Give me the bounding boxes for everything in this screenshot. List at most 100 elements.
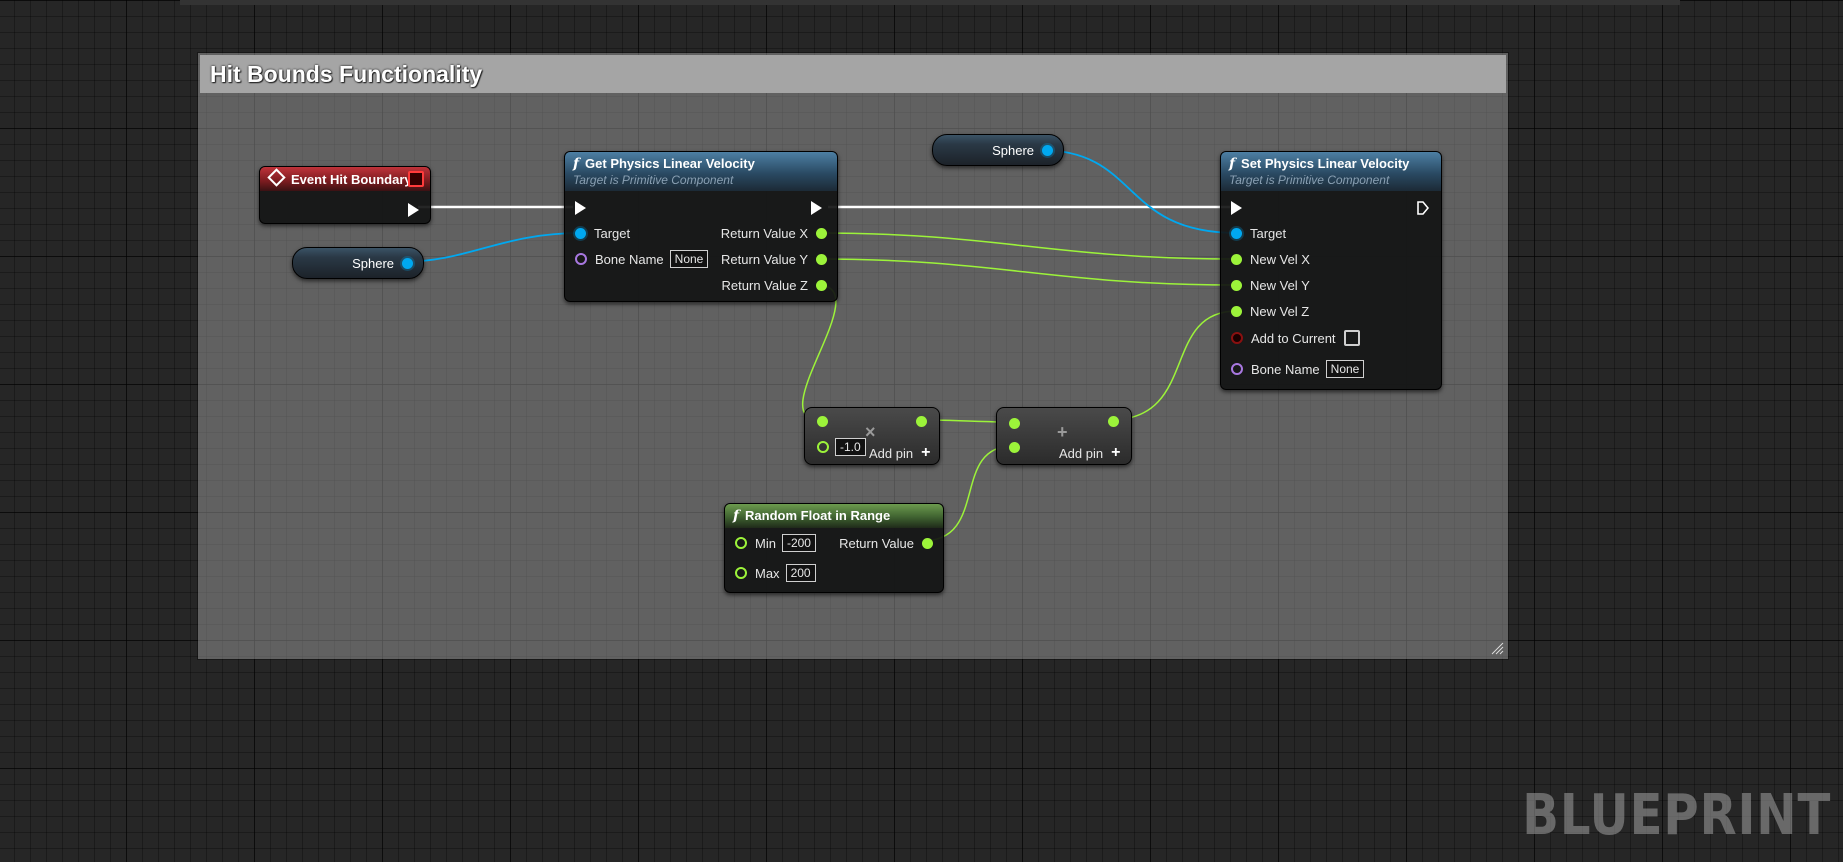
add-pin-label: Add pin <box>1059 445 1104 461</box>
add-to-current-row: Add to Current <box>1231 328 1360 348</box>
exec-out-pin[interactable] <box>1417 201 1429 215</box>
sphere-output-pin[interactable] <box>1042 144 1053 156</box>
random-float-in-range-node[interactable]: f Random Float in Range Min -200 Max 200 … <box>724 503 944 593</box>
max-input-row: Max 200 <box>735 563 816 583</box>
function-icon: f <box>573 156 580 172</box>
blueprint-watermark: BLUEPRINT <box>1522 783 1831 848</box>
return-x-pin[interactable] <box>816 227 827 239</box>
graph-top-edge <box>180 0 1680 5</box>
return-value-row: Return Value <box>839 533 933 553</box>
sphere-variable-label: Sphere <box>352 255 394 271</box>
return-value-label: Return Value <box>839 535 914 551</box>
exec-in-pin[interactable] <box>1231 201 1242 215</box>
comment-title[interactable]: Hit Bounds Functionality <box>200 55 1506 93</box>
add-node[interactable]: + Add pin + <box>996 407 1132 465</box>
random-float-title: Random Float in Range <box>745 508 891 523</box>
new-vel-y-pin[interactable] <box>1231 279 1242 291</box>
add-add-pin-button[interactable]: Add pin + <box>1059 444 1120 462</box>
new-vel-z-label: New Vel Z <box>1250 303 1310 319</box>
max-value-input[interactable]: 200 <box>785 564 816 582</box>
add-input-b-pin[interactable] <box>1009 442 1020 453</box>
new-vel-x-row: New Vel X <box>1231 249 1310 269</box>
add-to-current-label: Add to Current <box>1251 330 1336 346</box>
multiply-node[interactable]: -1.0 × Add pin + <box>804 407 940 465</box>
add-to-current-checkbox[interactable] <box>1343 330 1360 346</box>
target-pin[interactable] <box>1231 227 1242 239</box>
return-y-pin[interactable] <box>816 253 827 265</box>
new-vel-z-pin[interactable] <box>1231 305 1242 317</box>
exec-out-pin[interactable] <box>811 201 822 215</box>
bone-name-pin[interactable] <box>575 253 587 265</box>
max-label: Max <box>755 565 780 581</box>
return-z-label: Return Value Z <box>721 277 808 293</box>
multiply-input-a-pin[interactable] <box>817 416 828 427</box>
add-icon: + <box>1057 422 1068 442</box>
random-float-header: f Random Float in Range <box>725 504 943 528</box>
event-diamond-icon <box>267 168 286 187</box>
sphere-variable-label: Sphere <box>992 142 1034 158</box>
set-velocity-subtitle: Target is Primitive Component <box>1229 173 1390 187</box>
add-output-pin[interactable] <box>1108 416 1119 427</box>
get-velocity-subtitle: Target is Primitive Component <box>573 173 734 187</box>
multiply-value-input[interactable]: -1.0 <box>835 438 866 456</box>
add-pin-label: Add pin <box>869 445 914 461</box>
new-vel-x-label: New Vel X <box>1250 251 1310 267</box>
function-icon: f <box>1229 156 1236 172</box>
function-icon: f <box>733 508 740 524</box>
bone-name-input[interactable]: None <box>669 250 709 268</box>
multiply-output-pin[interactable] <box>916 416 927 427</box>
min-value-input[interactable]: -200 <box>781 534 816 552</box>
get-physics-linear-velocity-node[interactable]: f Get Physics Linear Velocity Target is P… <box>564 151 838 302</box>
return-x-label: Return Value X <box>720 225 808 241</box>
event-node-header: Event Hit Boundary <box>260 167 430 191</box>
plus-icon: + <box>1111 444 1121 461</box>
return-value-pin[interactable] <box>922 537 933 549</box>
set-physics-linear-velocity-node[interactable]: f Set Physics Linear Velocity Target is P… <box>1220 151 1442 390</box>
bone-name-input[interactable]: None <box>1325 360 1365 378</box>
event-hit-boundary-node[interactable]: Event Hit Boundary <box>259 166 431 224</box>
add-to-current-pin[interactable] <box>1231 332 1243 344</box>
exec-in-row <box>1231 198 1242 218</box>
exec-out-row <box>811 198 822 218</box>
return-z-row: Return Value Z <box>722 275 827 295</box>
target-input-row: Target <box>575 223 630 243</box>
sphere-variable-node-top[interactable]: Sphere <box>932 134 1064 166</box>
new-vel-y-row: New Vel Y <box>1231 275 1310 295</box>
event-delegate-icon[interactable] <box>408 171 424 187</box>
set-velocity-title: Set Physics Linear Velocity <box>1241 156 1410 171</box>
sphere-output-pin[interactable] <box>402 257 413 269</box>
get-velocity-header: f Get Physics Linear Velocity Target is P… <box>565 152 837 191</box>
return-z-pin[interactable] <box>816 279 827 291</box>
exec-in-row <box>575 198 586 218</box>
min-label: Min <box>755 535 776 551</box>
multiply-input-b-pin[interactable] <box>817 441 829 453</box>
target-label: Target <box>1250 225 1287 241</box>
multiply-icon: × <box>865 422 876 442</box>
new-vel-y-label: New Vel Y <box>1250 277 1310 293</box>
max-pin[interactable] <box>735 567 747 579</box>
return-x-row: Return Value X <box>721 223 827 243</box>
resize-grip-icon[interactable] <box>1490 641 1504 655</box>
exec-out-row <box>1417 198 1429 218</box>
bone-name-pin[interactable] <box>1231 363 1243 375</box>
bone-name-label: Bone Name <box>595 251 664 267</box>
blueprint-graph-canvas[interactable]: Hit Bounds Functionality Event Hit Bound… <box>0 0 1843 862</box>
new-vel-z-row: New Vel Z <box>1231 301 1309 321</box>
exec-in-pin[interactable] <box>575 201 586 215</box>
new-vel-x-pin[interactable] <box>1231 253 1242 265</box>
sphere-variable-node-left[interactable]: Sphere <box>292 247 424 279</box>
target-pin[interactable] <box>575 227 586 239</box>
event-exec-out-row <box>408 200 419 220</box>
bone-name-input-row: Bone Name None <box>1231 359 1365 379</box>
add-input-a-pin[interactable] <box>1009 418 1020 429</box>
min-input-row: Min -200 <box>735 533 816 553</box>
target-label: Target <box>594 225 631 241</box>
bone-name-input-row: Bone Name None <box>575 249 709 269</box>
target-input-row: Target <box>1231 223 1286 243</box>
multiply-add-pin-button[interactable]: Add pin + <box>869 444 930 462</box>
bone-name-label: Bone Name <box>1251 361 1320 377</box>
return-y-label: Return Value Y <box>721 251 808 267</box>
min-pin[interactable] <box>735 537 747 549</box>
exec-out-pin[interactable] <box>408 203 419 217</box>
get-velocity-title: Get Physics Linear Velocity <box>585 156 755 171</box>
